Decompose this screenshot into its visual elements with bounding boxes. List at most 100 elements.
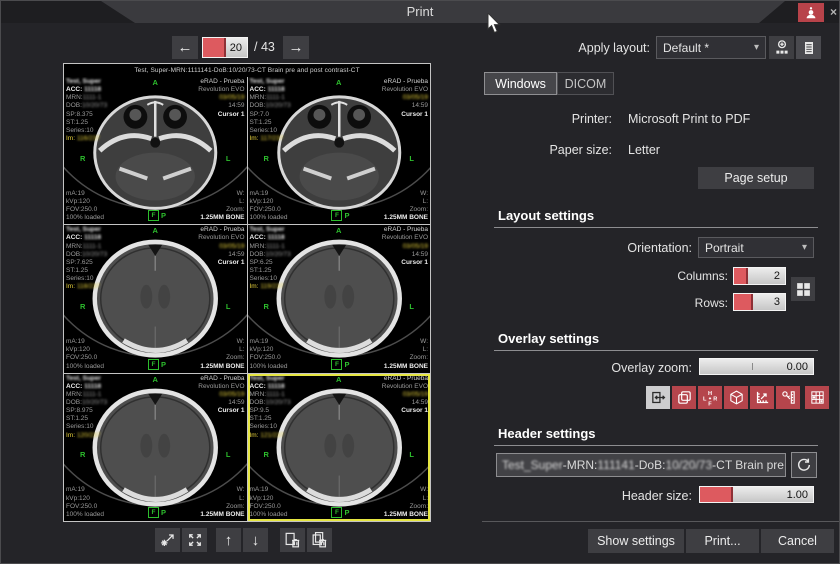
orientation-marker-anterior: A	[153, 226, 158, 235]
preview-cell[interactable]: Test, SuperACC: 11118MRN:1111-1DOB:10/20…	[248, 374, 431, 521]
key-ruler-icon	[780, 389, 797, 406]
preview-cell[interactable]: Test, SuperACC: 11118MRN:1111-1DOB:10/20…	[248, 77, 431, 224]
preview-grid: Test, SuperACC: 11118MRN:1111-1DOB:10/20…	[64, 77, 430, 521]
header-patient-name: Test_Super	[502, 458, 563, 472]
orientation-marker-left: L	[226, 302, 231, 311]
delete-page-button[interactable]	[280, 528, 305, 552]
fit-to-screen-button[interactable]	[182, 528, 207, 552]
move-page-up-button[interactable]: ↑	[216, 528, 241, 552]
flip-marker: F	[331, 210, 342, 221]
preview-cell[interactable]: Test, SuperACC: 11118MRN:1111-1DOB:10/20…	[248, 225, 431, 372]
grid-layout-picker-button[interactable]	[791, 277, 815, 301]
person-pin-icon	[804, 6, 818, 20]
spinner-fill	[734, 268, 748, 284]
cell-technique-overlay: mA:19kVp:120FOV:250.0100% loaded	[66, 190, 104, 223]
reset-header-button[interactable]	[791, 452, 817, 478]
orientation-marker-left: L	[226, 450, 231, 459]
orientation-marker-right: R	[80, 302, 85, 311]
rows-spinner[interactable]: 3	[733, 293, 786, 311]
tab-windows[interactable]: Windows	[484, 72, 557, 95]
cell-window-overlay: W:L:Zoom:1.25MM BONE	[384, 486, 428, 519]
cell-study-overlay: eRAD - PruebaRevolution EVO03/05/1914:59…	[382, 226, 428, 267]
dialog-title: Print	[1, 1, 839, 22]
close-button[interactable]: ×	[826, 2, 840, 22]
delete-page-icon	[283, 531, 302, 550]
print-button[interactable]: Print...	[686, 529, 759, 553]
orientation-label: Orientation:	[546, 241, 692, 255]
apply-layout-value: Default *	[663, 41, 709, 55]
cell-study-overlay: eRAD - PruebaRevolution EVO03/05/1914:59…	[382, 375, 428, 416]
next-page-button[interactable]: →	[283, 36, 309, 59]
columns-spinner[interactable]: 2	[733, 267, 786, 285]
overlay-scale-toggle-button[interactable]	[646, 386, 670, 409]
orientation-marker-posterior: FP	[148, 210, 166, 221]
cancel-button[interactable]: Cancel	[761, 529, 834, 553]
cell-demographics-overlay: Test, SuperACC: 11118MRN:1111-1DOB:10/20…	[66, 226, 107, 291]
delete-all-pages-icon	[310, 531, 329, 550]
header-dob-value: 10/20/73	[665, 458, 712, 472]
orientation-marker-left: L	[409, 450, 414, 459]
previous-page-button[interactable]: ←	[172, 36, 198, 59]
tab-dicom[interactable]: DICOM	[557, 72, 614, 95]
auto-window-button[interactable]	[155, 528, 180, 552]
layout-list-button[interactable]	[796, 36, 821, 59]
paper-size-value: Letter	[628, 143, 660, 157]
columns-value: 2	[774, 268, 780, 284]
overlay-orientation-letters-toggle-button[interactable]: H L R F	[698, 386, 722, 409]
layout-settings-title: Layout settings	[498, 208, 594, 223]
overlay-images-toggle-button[interactable]	[672, 386, 696, 409]
overlay-ruler-toggle-button[interactable]	[750, 386, 774, 409]
flip-marker: F	[148, 210, 159, 221]
cell-demographics-overlay: Test, SuperACC: 11118MRN:1111-1DOB:10/20…	[250, 78, 291, 143]
footer-divider	[482, 521, 839, 522]
cell-window-overlay: W:L:Zoom:1.25MM BONE	[200, 338, 244, 371]
cell-technique-overlay: mA:19kVp:120FOV:250.0100% loaded	[250, 486, 288, 519]
delete-all-pages-button[interactable]	[307, 528, 332, 552]
apply-layout-label: Apply layout:	[510, 41, 650, 55]
title-bar[interactable]: Print ×	[1, 1, 839, 23]
expand-icon	[186, 531, 204, 549]
chevron-down-icon: ▾	[754, 42, 759, 53]
spinner-fill	[203, 38, 226, 57]
save-layout-button[interactable]	[769, 36, 794, 59]
page-number-value: 20	[230, 38, 242, 57]
cell-demographics-overlay: Test, SuperACC: 11118MRN:1111-1DOB:10/20…	[66, 78, 107, 143]
orientation-marker-posterior: FP	[331, 359, 349, 370]
show-settings-button[interactable]: Show settings	[588, 529, 684, 553]
overlay-orientation-cube-toggle-button[interactable]	[724, 386, 748, 409]
page-setup-button[interactable]: Page setup	[698, 167, 814, 189]
header-text-input[interactable]: Test_Super-MRN:111141-DoB:10/20/73-CT Br…	[496, 453, 786, 477]
orientation-marker-posterior: FP	[148, 507, 166, 518]
page-number-spinner[interactable]: 20	[202, 37, 248, 58]
orientation-cube-icon	[728, 389, 745, 406]
spinner-fill	[734, 294, 753, 310]
orientation-marker-left: L	[226, 154, 231, 163]
preview-cell[interactable]: Test, SuperACC: 11118MRN:1111-1DOB:10/20…	[64, 77, 247, 224]
divider	[494, 227, 818, 228]
orientation-dropdown[interactable]: Portrait ▾	[698, 237, 814, 258]
apply-layout-dropdown[interactable]: Default * ▾	[656, 36, 766, 59]
svg-text:L: L	[703, 396, 707, 402]
header-size-slider[interactable]: 1.00	[699, 486, 814, 503]
overlay-table-toggle-button[interactable]	[805, 386, 829, 409]
flip-marker: F	[331, 359, 342, 370]
cell-study-overlay: eRAD - PruebaRevolution EVO03/05/1914:59…	[198, 226, 244, 267]
overlay-zoom-slider[interactable]: 0.00	[699, 358, 814, 375]
cell-demographics-overlay: Test, SuperACC: 11118MRN:1111-1DOB:10/20…	[66, 375, 107, 440]
support-button[interactable]	[798, 3, 824, 22]
move-page-down-button[interactable]: ↓	[243, 528, 268, 552]
sparkle-arrow-icon	[158, 531, 177, 550]
preview-cell[interactable]: Test, SuperACC: 11118MRN:1111-1DOB:10/20…	[64, 374, 247, 521]
header-mrn-value: 111141	[597, 458, 634, 472]
overlay-measure-toggle-button[interactable]	[776, 386, 800, 409]
page-setup-label: Page setup	[724, 171, 787, 185]
arrow-left-icon: ←	[178, 39, 193, 56]
pan-arrows-icon	[650, 389, 667, 406]
orientation-marker-anterior: A	[336, 226, 341, 235]
orientation-marker-anterior: A	[336, 78, 341, 87]
preview-cell[interactable]: Test, SuperACC: 11118MRN:1111-1DOB:10/20…	[64, 225, 247, 372]
cell-technique-overlay: mA:19kVp:120FOV:250.0100% loaded	[66, 486, 104, 519]
svg-text:R: R	[713, 396, 717, 402]
divider	[494, 445, 818, 446]
document-list-icon	[801, 40, 817, 56]
